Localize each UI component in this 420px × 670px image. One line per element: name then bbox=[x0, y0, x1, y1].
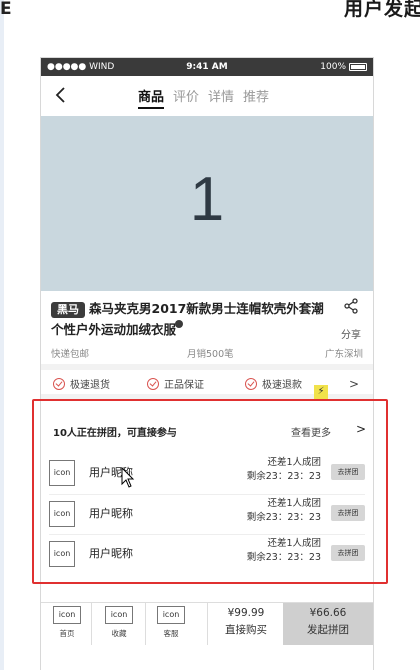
favorite-link[interactable]: icon 收藏 bbox=[99, 603, 139, 645]
group-needed: 还差1人成团 bbox=[267, 538, 321, 549]
see-more-link[interactable]: 查看更多 bbox=[291, 424, 331, 439]
user-nickname: 用户昵称 bbox=[89, 547, 133, 560]
service-label: 客服 bbox=[163, 629, 179, 638]
group-needed: 还差1人成团 bbox=[267, 498, 321, 509]
group-status: 还差1人成团 剩余23：23：23 bbox=[239, 497, 321, 525]
buy-price: ¥99.99 bbox=[227, 607, 265, 619]
group-buy-row: icon 用户昵称 还差1人成团 剩余23：23：23 去拼团 bbox=[49, 535, 365, 575]
buy-now-button[interactable]: ¥99.99 直接购买 bbox=[207, 603, 284, 645]
home-label: 首页 bbox=[59, 629, 75, 638]
battery-icon bbox=[349, 63, 367, 71]
buy-label: 直接购买 bbox=[225, 624, 267, 636]
tab-recommend[interactable]: 推荐 bbox=[243, 86, 269, 109]
group-label: 发起拼团 bbox=[307, 624, 349, 636]
guarantee-item: 极速退款 bbox=[245, 376, 302, 391]
favorite-icon: icon bbox=[105, 606, 133, 624]
battery-label: 100% bbox=[320, 62, 346, 72]
shipping-info: 快递包邮 bbox=[51, 349, 90, 360]
user-avatar: icon bbox=[49, 460, 75, 486]
group-buy-row: icon 用户昵称 还差1人成团 剩余23：23：23 去拼团 bbox=[49, 454, 365, 494]
sales-info: 月销500笔 bbox=[187, 349, 234, 360]
section-divider bbox=[41, 364, 373, 370]
phone-mockup: ●●●●● WIND 9:41 AM 100% 商品 评价 详情 推荐 1 黑马… bbox=[41, 58, 373, 670]
brand-tag: 黑马 bbox=[51, 302, 85, 318]
user-avatar: icon bbox=[49, 501, 75, 527]
bar-divider bbox=[145, 603, 146, 645]
tab-goods[interactable]: 商品 bbox=[138, 86, 165, 109]
bar-divider bbox=[91, 603, 92, 645]
left-edge-bar bbox=[0, 0, 4, 670]
bottom-action-bar: icon 首页 icon 收藏 icon 客服 ¥99.99 直接购买 ¥66.… bbox=[41, 602, 373, 645]
home-icon: icon bbox=[53, 606, 81, 624]
location-info: 广东深圳 bbox=[324, 349, 363, 360]
share-icon bbox=[344, 298, 358, 314]
service-link[interactable]: icon 客服 bbox=[151, 603, 191, 645]
start-group-button[interactable]: ¥66.66 发起拼团 bbox=[283, 603, 373, 645]
slide-number: 1 bbox=[189, 165, 225, 234]
join-group-button[interactable]: 去拼团 bbox=[331, 464, 365, 480]
chevron-right-icon[interactable]: > bbox=[356, 422, 366, 436]
group-needed: 还差1人成团 bbox=[267, 457, 321, 468]
group-buy-row: icon 用户昵称 还差1人成团 剩余23：23：23 去拼团 bbox=[49, 495, 365, 535]
favorite-label: 收藏 bbox=[111, 629, 127, 638]
join-group-button[interactable]: 去拼团 bbox=[331, 545, 365, 561]
product-title: 黑马 森马夹克男2017新款男士连帽软壳外套潮个性户外运动加绒衣服 bbox=[51, 298, 329, 340]
page-corner-title: 用户发起 bbox=[343, 0, 420, 20]
tab-reviews[interactable]: 评价 bbox=[173, 86, 199, 109]
mouse-cursor-icon bbox=[121, 467, 135, 488]
home-link[interactable]: icon 首页 bbox=[47, 603, 87, 645]
nav-bar: 商品 评价 详情 推荐 bbox=[41, 76, 373, 117]
join-group-button[interactable]: 去拼团 bbox=[331, 505, 365, 521]
guarantee-label: 正品保证 bbox=[164, 380, 204, 391]
group-status: 还差1人成团 剩余23：23：23 bbox=[239, 537, 321, 565]
share-button[interactable]: 分享 bbox=[331, 298, 371, 341]
status-bar: ●●●●● WIND 9:41 AM 100% bbox=[41, 58, 373, 76]
user-nickname: 用户昵称 bbox=[89, 507, 133, 520]
check-circle-icon bbox=[53, 377, 65, 390]
battery-indicator: 100% bbox=[320, 58, 367, 76]
group-countdown: 剩余23：23：23 bbox=[246, 512, 321, 523]
chevron-right-icon[interactable]: > bbox=[349, 377, 359, 391]
group-countdown: 剩余23：23：23 bbox=[246, 552, 321, 563]
guarantee-label: 极速退款 bbox=[262, 380, 302, 391]
user-avatar: icon bbox=[49, 541, 75, 567]
guarantee-label: 极速退货 bbox=[70, 380, 110, 391]
product-tabs: 商品 评价 详情 推荐 bbox=[138, 86, 269, 109]
group-price: ¥66.66 bbox=[309, 607, 347, 619]
group-buy-header: 10人正在拼团，可直接参与 查看更多 > bbox=[51, 422, 366, 442]
edge-glyph: E bbox=[0, 0, 12, 19]
group-status: 还差1人成团 剩余23：23：23 bbox=[239, 456, 321, 484]
guarantee-item: 正品保证 bbox=[147, 376, 204, 391]
product-title-text: 森马夹克男2017新款男士连帽软壳外套潮个性户外运动加绒衣服 bbox=[51, 301, 324, 337]
back-arrow-icon[interactable] bbox=[51, 84, 71, 106]
group-countdown: 剩余23：23：23 bbox=[246, 471, 321, 482]
share-label: 分享 bbox=[341, 330, 361, 341]
lightning-icon[interactable]: ⚡ bbox=[314, 385, 328, 399]
service-icon: icon bbox=[157, 606, 185, 624]
group-buy-title: 10人正在拼团，可直接参与 bbox=[53, 428, 177, 439]
guarantee-item: 极速退货 bbox=[53, 376, 110, 391]
tab-details[interactable]: 详情 bbox=[208, 86, 234, 109]
image-carousel[interactable]: 1 bbox=[41, 116, 373, 328]
check-circle-icon bbox=[245, 377, 257, 390]
check-circle-icon bbox=[147, 377, 159, 390]
